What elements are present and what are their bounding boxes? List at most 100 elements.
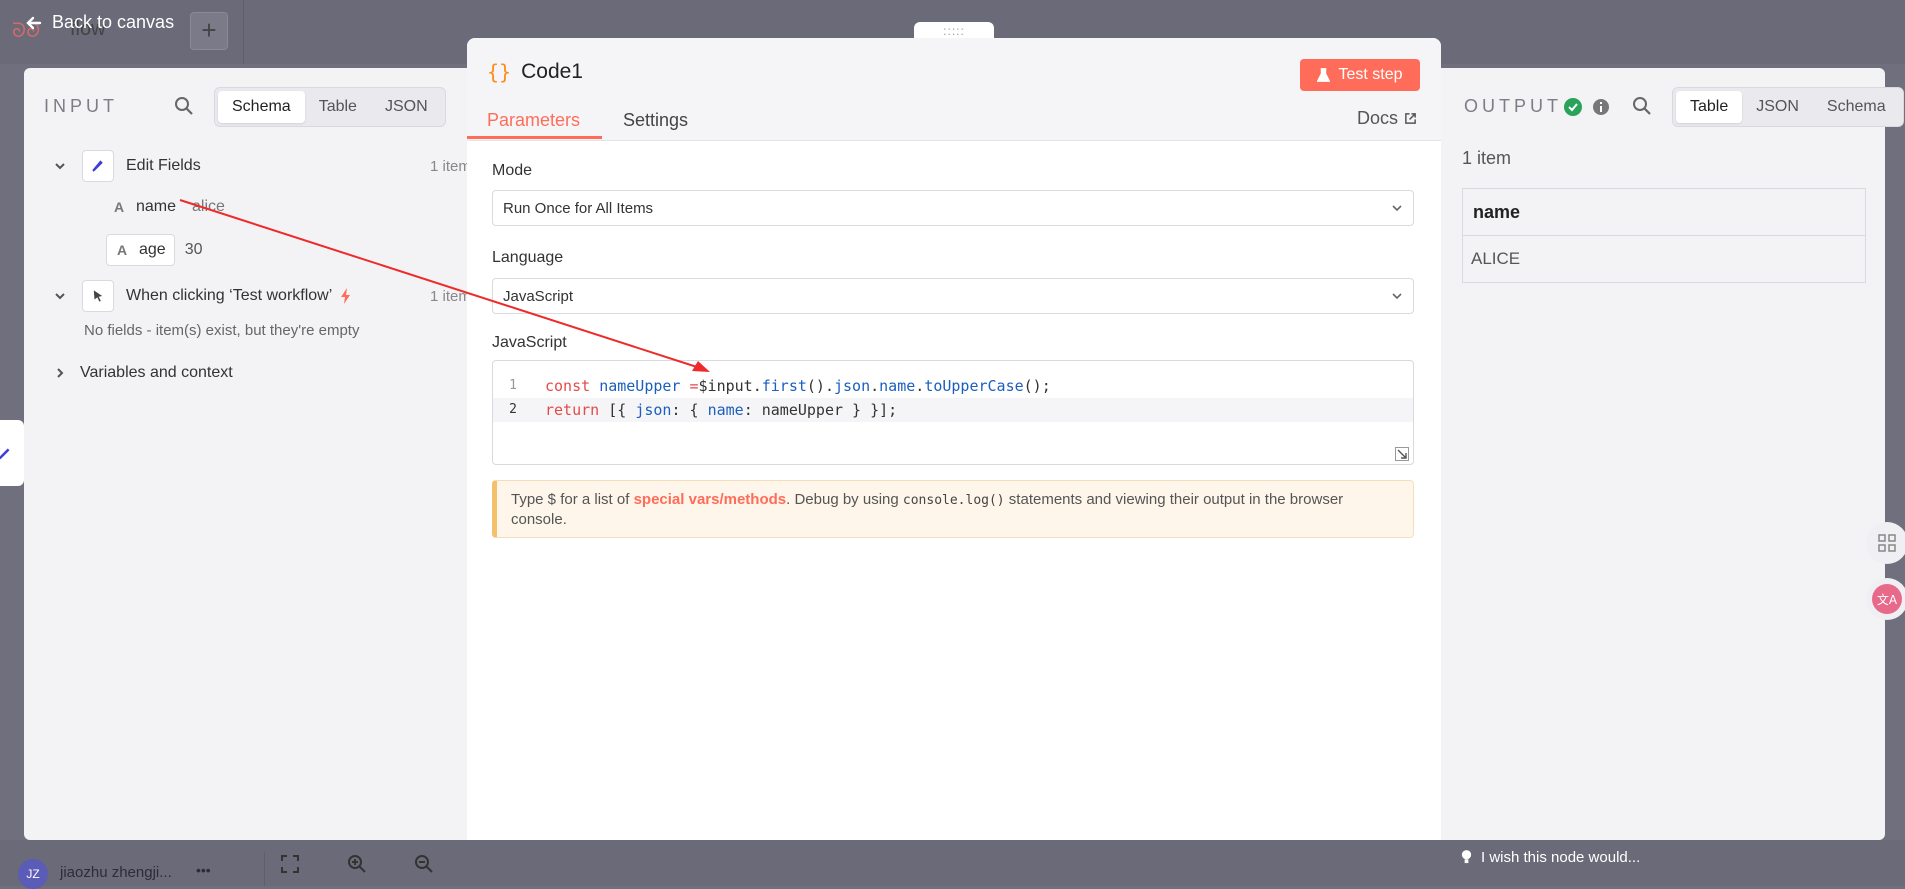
- input-title: INPUT: [44, 96, 118, 116]
- svg-text:文A: 文A: [1877, 592, 1898, 607]
- tab-table[interactable]: Table: [1676, 91, 1743, 123]
- field-pill[interactable]: A age: [106, 234, 175, 266]
- user-name[interactable]: jiaozhu zhengji...: [60, 864, 172, 881]
- zoom-in-icon[interactable]: [347, 854, 367, 874]
- hint-code: console.log(): [902, 493, 1005, 508]
- output-view-tabs: Table JSON Schema: [1672, 87, 1904, 127]
- output-panel: OUTPUT Table JSON Schema 1 item name ALI…: [1440, 68, 1904, 840]
- expand-editor-icon[interactable]: [1395, 447, 1409, 461]
- search-icon[interactable]: [1632, 96, 1652, 116]
- test-step-button[interactable]: Test step: [1300, 59, 1420, 91]
- info-icon[interactable]: [1592, 98, 1610, 116]
- line-number: 2: [509, 402, 517, 417]
- node-settings-modal: {} Code1 Test step Parameters Settings D…: [467, 38, 1441, 870]
- docs-link[interactable]: Docs: [1357, 108, 1417, 129]
- language-value: JavaScript: [503, 287, 574, 305]
- token: toUpperCase: [924, 377, 1024, 395]
- string-type-icon: A: [116, 242, 128, 258]
- tab-table[interactable]: Table: [305, 91, 371, 123]
- search-icon[interactable]: [174, 96, 194, 116]
- external-link-icon: [1405, 113, 1416, 124]
- back-to-canvas-button[interactable]: Back to canvas: [24, 12, 174, 33]
- token: name: [707, 401, 744, 419]
- field-name: age: [139, 241, 166, 258]
- docs-label: Docs: [1357, 108, 1399, 128]
- output-header: OUTPUT: [1464, 96, 1610, 117]
- language-label: Language: [492, 249, 564, 266]
- code-line-2[interactable]: 2 return [{ json: { name: nameUpper } }]…: [493, 398, 1413, 422]
- node-name: Edit Fields: [126, 157, 201, 174]
- fullscreen-icon[interactable]: [280, 854, 300, 874]
- token: json: [834, 377, 871, 395]
- field-value: alice: [192, 198, 225, 215]
- schema-field[interactable]: A age 30: [106, 234, 203, 266]
- schema-node-edit-fields[interactable]: Edit Fields 1 item: [54, 150, 474, 182]
- tab-json[interactable]: JSON: [371, 91, 442, 123]
- pencil-icon: [0, 448, 10, 460]
- tab-json[interactable]: JSON: [1742, 91, 1813, 123]
- token: json: [635, 401, 672, 419]
- feedback-link[interactable]: I wish this node would...: [1460, 849, 1640, 866]
- code-label: JavaScript: [492, 334, 567, 351]
- variables-label: Variables and context: [80, 364, 233, 381]
- code-line-1[interactable]: 1 const nameUpper =$input.first().json.n…: [493, 374, 1413, 398]
- token: =: [689, 377, 699, 395]
- back-label: Back to canvas: [52, 12, 175, 32]
- add-node-button[interactable]: +: [190, 12, 228, 50]
- table-cell[interactable]: ALICE: [1463, 236, 1865, 282]
- arrow-left-icon: [26, 16, 42, 29]
- token: first: [761, 377, 807, 395]
- tab-schema[interactable]: Schema: [1813, 91, 1900, 123]
- code-lines: 1 const nameUpper =$input.first().json.n…: [493, 374, 1413, 422]
- chevron-down-icon[interactable]: [54, 290, 66, 302]
- schema-node-trigger[interactable]: When clicking ‘Test workflow’ 1 item: [54, 280, 474, 312]
- special-vars-link[interactable]: special vars/methods: [634, 491, 787, 508]
- token: [{: [608, 401, 627, 419]
- grid-icon: [1878, 534, 1896, 552]
- tab-schema[interactable]: Schema: [218, 91, 305, 123]
- chevron-down-icon[interactable]: [54, 160, 66, 172]
- hint-middle: . Debug by using: [786, 491, 903, 508]
- tab-settings[interactable]: Settings: [623, 110, 688, 131]
- field-value: 30: [184, 241, 203, 258]
- test-step-label: Test step: [1338, 66, 1403, 83]
- token: : {: [671, 401, 699, 419]
- tab-parameters[interactable]: Parameters: [487, 110, 580, 131]
- mode-value: Run Once for All Items: [503, 199, 654, 217]
- token: .: [870, 377, 880, 395]
- input-panel: INPUT Schema Table JSON Edit Fields 1 it…: [24, 68, 474, 840]
- line-number: 1: [509, 378, 517, 393]
- output-title: OUTPUT: [1464, 96, 1562, 116]
- mode-label: Mode: [492, 162, 533, 179]
- string-type-icon: A: [113, 199, 125, 215]
- lightning-icon: [341, 288, 351, 304]
- avatar[interactable]: JZ: [18, 859, 48, 889]
- divider: [264, 852, 265, 886]
- mode-select[interactable]: Run Once for All Items: [492, 190, 1414, 226]
- zoom-out-icon[interactable]: [414, 854, 434, 874]
- code-editor[interactable]: 1 const nameUpper =$input.first().json.n…: [492, 360, 1414, 465]
- pencil-icon: [82, 150, 114, 182]
- divider: [243, 0, 244, 64]
- table-header: name: [1463, 189, 1865, 236]
- output-table: name ALICE: [1462, 188, 1866, 283]
- schema-field[interactable]: A name alice: [106, 194, 225, 220]
- success-check-icon: [1564, 97, 1582, 116]
- empty-note: No fields - item(s) exist, but they're e…: [84, 322, 360, 339]
- hint-prefix: Type $ for a list of: [511, 491, 634, 508]
- variables-and-context[interactable]: Variables and context: [54, 364, 233, 382]
- apps-button[interactable]: [1866, 522, 1905, 564]
- edge-tab[interactable]: [0, 420, 24, 486]
- field-name: name: [136, 198, 177, 215]
- node-title-text[interactable]: Code1: [521, 60, 583, 84]
- chevron-down-icon: [1392, 293, 1402, 300]
- chevron-down-icon: [1392, 205, 1402, 212]
- user-menu-icon[interactable]: •••: [196, 862, 211, 878]
- token: return: [545, 401, 600, 419]
- translate-button[interactable]: 文A: [1866, 578, 1905, 620]
- token: .: [915, 377, 925, 395]
- output-item-count: 1 item: [1462, 148, 1512, 168]
- language-select[interactable]: JavaScript: [492, 278, 1414, 314]
- chevron-right-icon[interactable]: [54, 367, 66, 379]
- node-name: When clicking ‘Test workflow’: [126, 287, 333, 304]
